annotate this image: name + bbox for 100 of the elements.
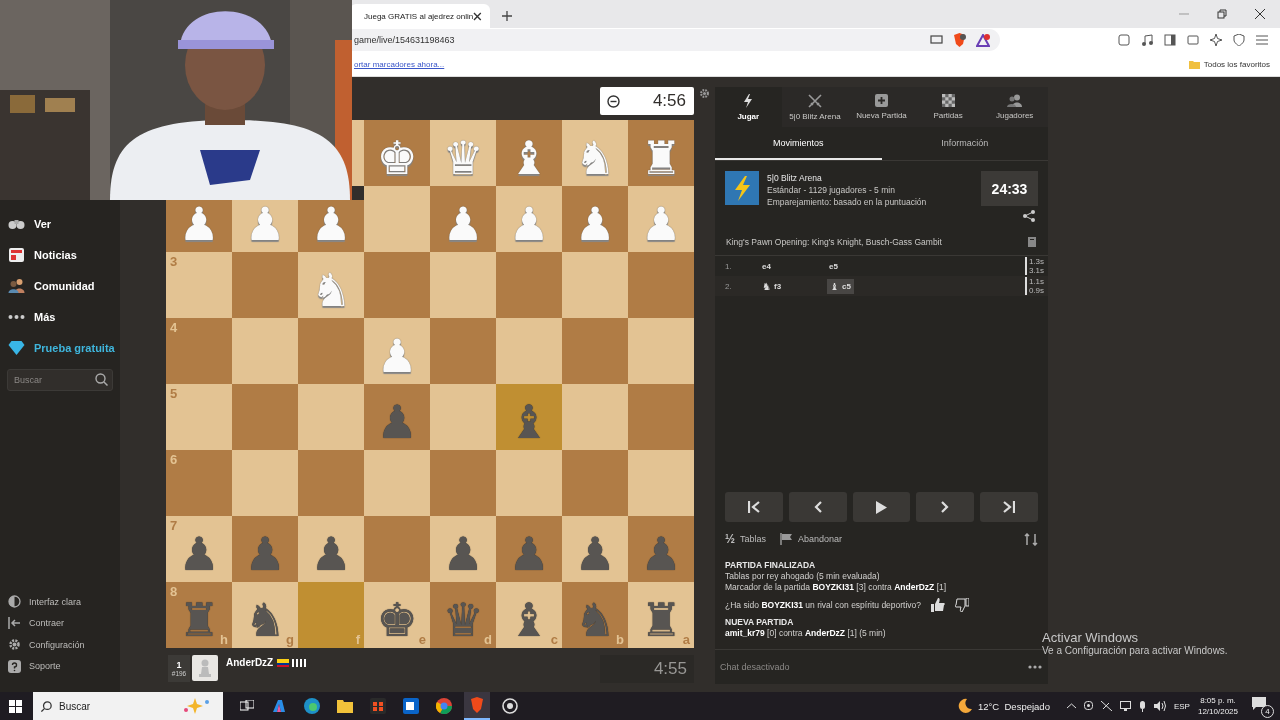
chess-piece[interactable]: ♜	[178, 597, 220, 643]
board-square[interactable]: ♟	[232, 516, 298, 582]
store-app-icon[interactable]	[370, 698, 386, 714]
book-icon[interactable]	[1028, 237, 1036, 247]
board-square[interactable]: ♟	[562, 186, 628, 252]
cast-icon[interactable]	[930, 35, 943, 45]
board-square[interactable]: 3	[166, 252, 232, 318]
browser-tab[interactable]: Juega GRATIS al ajedrez onlin	[350, 4, 490, 28]
chess-piece[interactable]: ♟	[244, 531, 286, 577]
chess-piece[interactable]: ♟	[310, 201, 352, 247]
board-square[interactable]: 4	[166, 318, 232, 384]
sidebar-item[interactable]: Noticias	[0, 239, 120, 270]
sidebar-item[interactable]: Comunidad	[0, 270, 120, 301]
chess-piece[interactable]: ♟	[508, 531, 550, 577]
search-field[interactable]: Buscar	[33, 692, 223, 720]
sidebar-item[interactable]: Prueba gratuita	[0, 332, 120, 363]
panel-tab[interactable]: 5|0 Blitz Arena	[781, 87, 849, 127]
chess-piece[interactable]: ♝	[508, 135, 550, 181]
panel-tab[interactable]: Nueva Partida	[848, 87, 915, 127]
thumbs-down-icon[interactable]	[955, 598, 970, 612]
player-name[interactable]: AnderDzZ	[226, 657, 274, 668]
board-square[interactable]: ♝	[496, 384, 562, 450]
chess-piece[interactable]: ♟	[178, 201, 220, 247]
game-action-button[interactable]: ½ Tablas	[725, 532, 767, 546]
sidebar-footer-item[interactable]: Configuración	[0, 634, 120, 656]
chess-piece[interactable]: ♟	[442, 531, 484, 577]
last-move-button[interactable]	[980, 492, 1038, 522]
close-icon[interactable]	[1255, 9, 1265, 19]
board-square[interactable]: 5	[166, 384, 232, 450]
board-square[interactable]: ♝	[496, 120, 562, 186]
chevron-up-icon[interactable]	[1066, 703, 1076, 709]
board-square[interactable]: ♟	[364, 384, 430, 450]
chess-piece[interactable]: ♜	[640, 597, 682, 643]
music-icon[interactable]	[1141, 34, 1153, 46]
sidebar-footer-item[interactable]: Soporte	[0, 655, 120, 677]
board-square[interactable]: ♜	[628, 120, 694, 186]
panel-tab[interactable]: Jugadores	[981, 87, 1048, 127]
move[interactable]: ♞ f3	[760, 278, 815, 294]
panel-tab[interactable]: Jugar	[715, 87, 782, 127]
board-square[interactable]: ♚	[364, 120, 430, 186]
play-button[interactable]	[852, 492, 911, 522]
notifications-button[interactable]: 4	[1250, 694, 1274, 718]
sidebar-item[interactable]: Más	[0, 301, 120, 332]
mail-app-icon[interactable]	[403, 698, 419, 714]
reader-icon[interactable]	[1118, 34, 1130, 46]
camera-icon[interactable]	[1083, 700, 1093, 712]
more-icon[interactable]	[1028, 665, 1042, 669]
board-square[interactable]: ♟	[430, 186, 496, 252]
board-square[interactable]: ♟	[298, 516, 364, 582]
circle-app-icon[interactable]	[436, 698, 452, 714]
arena-title[interactable]: 5|0 Blitz Arena	[767, 173, 927, 183]
first-move-button[interactable]	[725, 492, 783, 522]
chess-piece[interactable]: ♛	[442, 597, 484, 643]
browser-app-icon[interactable]	[304, 698, 320, 714]
sidebar-item[interactable]: Ver	[0, 208, 120, 239]
task-view-icon[interactable]	[240, 700, 254, 712]
panel-subtab[interactable]: Información	[881, 127, 1048, 160]
sidebar-footer-item[interactable]: Interfaz clara	[0, 591, 120, 613]
weather-text[interactable]: 12°C Despejado	[978, 700, 1050, 712]
chess-piece[interactable]: ♝	[508, 399, 550, 445]
game-action-button[interactable]: Abandonar	[780, 533, 843, 545]
chess-piece[interactable]: ♞	[574, 597, 616, 643]
move[interactable]: ♝ c5	[827, 278, 854, 294]
board-square[interactable]: 6	[166, 450, 232, 516]
circle-app-icon[interactable]	[502, 698, 518, 714]
folder-app-icon[interactable]	[337, 699, 353, 713]
chess-piece[interactable]: ♜	[640, 135, 682, 181]
microphone-icon[interactable]	[1138, 700, 1146, 712]
restore-icon[interactable]	[1217, 9, 1227, 19]
board-square[interactable]: ♟	[628, 516, 694, 582]
board-square[interactable]: ♟	[496, 516, 562, 582]
search-field[interactable]: Buscar	[7, 369, 113, 391]
chess-piece[interactable]: ♟	[574, 531, 616, 577]
board-square[interactable]: ♟	[562, 516, 628, 582]
panel-tab[interactable]: Partidas	[914, 87, 982, 127]
flip-board-icon[interactable]	[1024, 532, 1038, 546]
start-button[interactable]	[9, 699, 22, 713]
sidebar-footer-item[interactable]: Contraer	[0, 612, 120, 634]
chess-piece[interactable]: ♚	[376, 135, 418, 181]
chess-piece[interactable]: ♟	[376, 399, 418, 445]
volume-icon[interactable]	[1153, 701, 1166, 711]
board-square[interactable]: ♟	[166, 200, 232, 252]
moon-icon[interactable]	[957, 698, 973, 714]
chess-piece[interactable]: ♚	[376, 597, 418, 643]
chess-piece[interactable]: ♟	[178, 531, 220, 577]
chess-piece[interactable]: ♟	[310, 531, 352, 577]
share-icon[interactable]	[1023, 210, 1035, 222]
settings-icon[interactable]	[699, 88, 710, 99]
chess-piece[interactable]: ♝	[508, 597, 550, 643]
import-bookmarks-link[interactable]: ortar marcadores ahora...	[354, 59, 445, 69]
thumbs-up-icon[interactable]	[931, 598, 946, 612]
chess-piece[interactable]: ♟	[640, 531, 682, 577]
chess-piece[interactable]: ♞	[244, 597, 286, 643]
language-indicator[interactable]: ESP	[1173, 701, 1190, 711]
network-icon[interactable]	[1119, 701, 1131, 711]
move[interactable]: e4	[760, 259, 815, 273]
sparkle-icon[interactable]	[1210, 34, 1222, 46]
wallet-icon[interactable]	[1187, 34, 1199, 46]
all-bookmarks-button[interactable]: Todos los favoritos	[1188, 59, 1270, 69]
move[interactable]: e5	[827, 259, 882, 273]
